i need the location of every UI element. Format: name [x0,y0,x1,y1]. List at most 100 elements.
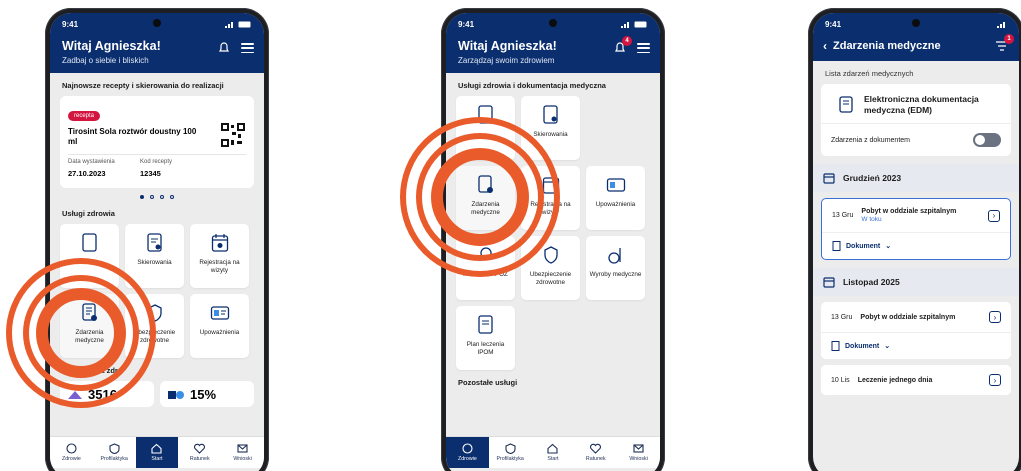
document-icon [832,241,841,252]
tile-registration[interactable]: Rejestracja na wizyty [190,224,249,288]
nav-requests[interactable]: Wnioski [617,437,660,468]
notification-badge: 4 [622,36,632,46]
edm-card: Elektroniczna dokumentacja medyczna (EDM… [821,84,1011,157]
document-toggle[interactable]: Dokument ⌄ [821,332,1011,359]
mail-icon [237,444,248,453]
edm-row[interactable]: Elektroniczna dokumentacja medyczna (EDM… [821,84,1011,123]
referral-icon [542,105,558,124]
tile-label: Skierowania [137,259,172,266]
nav-label: Wnioski [233,456,252,462]
month-header: Grudzień 2023 [813,164,1019,193]
authorization-icon [210,306,229,320]
rx-code-label: Kod recepty [140,159,173,165]
nav-label: Zdrowie [457,456,477,462]
page-title: Zdarzenia medyczne [833,40,941,52]
toggle-row: Zdarzenia z dokumentem [821,123,1011,156]
rx-issued-label: Data wystawienia [68,159,115,165]
insurance-icon [543,246,558,264]
nav-rescue[interactable]: Ratunek [574,437,617,468]
camera-notch [549,19,557,27]
status-icons [621,21,648,28]
health-icon [462,443,473,454]
nav-label: Profilaktyka [496,456,524,462]
notifications-button[interactable]: 4 [613,36,632,55]
documents-toggle[interactable] [973,133,1001,148]
month-header: Listopad 2025 [813,268,1019,297]
nav-start[interactable]: Start [135,437,179,468]
document-icon [831,341,840,352]
tile-referrals[interactable]: Skierowania [125,224,184,288]
page-subtitle: Zarządzaj swoim zdrowiem [458,56,555,65]
referral-icon [146,233,162,252]
tile-devices[interactable]: Wyroby medyczne [586,236,645,300]
stat-card-percent[interactable]: 15% [160,381,254,407]
event-name: Leczenie jednego dnia [857,376,933,384]
stage: 9:41 Witaj Agnieszka! Zadbaj o siebie i … [0,0,1021,471]
status-time: 9:41 [825,19,842,29]
event-date: 10 Lis [831,376,850,384]
camera-notch [153,19,161,27]
event-card[interactable]: 13 Gru Pobyt w oddziale szpitalnym W tok… [821,198,1011,261]
menu-icon[interactable] [637,43,650,53]
document-toggle[interactable]: Dokument ⌄ [822,232,1010,259]
nav-requests[interactable]: Wnioski [221,437,264,468]
bottom-nav: Zdrowie Profilaktyka Start Ratunek Wnios… [446,436,660,468]
drop-icon [168,391,184,399]
status-icons [225,21,252,28]
heart-icon [194,443,206,454]
rx-card[interactable]: recepta Tirosint Sola roztwór doustny 10… [60,96,254,188]
camera-notch [912,19,920,27]
nav-health[interactable]: Zdrowie [50,437,93,468]
bottom-nav: Zdrowie Profilaktyka Start Ratunek Wnios… [50,436,264,468]
nav-label: Start [151,456,163,462]
phone-3-screen: 9:41 ‹ Zdarzenia medyczne 1 Lista zdarze… [813,13,1019,471]
notifications-icon[interactable] [217,41,231,55]
chevron-right-icon[interactable]: › [989,311,1001,324]
chevron-right-icon[interactable]: › [989,374,1001,387]
highlight-ring-inner [431,148,529,246]
nav-start[interactable]: Start [532,437,575,468]
nav-prevention[interactable]: Profilaktyka [93,437,136,468]
nav-health[interactable]: Zdrowie [446,437,489,468]
section-title: Usługi zdrowia i dokumentacja medyczna [458,81,606,90]
month-title: Grudzień 2023 [843,173,902,184]
signal-icon [225,21,233,28]
nav-label: Start [547,456,559,462]
month-title: Listopad 2025 [843,277,900,288]
event-row: 13 Gru Pobyt w oddziale szpitalnym › [821,302,1011,332]
heart-icon [590,443,602,454]
event-date: 13 Gru [831,313,853,321]
tile-authorizations[interactable]: Upoważnienia [586,166,645,230]
calendar-icon [823,277,835,288]
nav-rescue[interactable]: Ratunek [178,437,221,468]
tile-label: Wyroby medyczne [589,271,642,278]
event-status: W toku [861,216,882,224]
nav-label: Wnioski [629,456,648,462]
tile-label: Plan leczenia IPOM [466,341,505,356]
highlight-ring-inner [36,288,126,378]
home-icon [547,443,559,454]
shield-icon [505,443,516,454]
tile-label: Upoważnienia [199,329,240,336]
carousel-dots[interactable] [50,195,264,199]
event-row: 10 Lis Leczenie jednego dnia › [821,365,1011,395]
filter-button[interactable]: 1 [995,34,1014,53]
back-icon[interactable]: ‹ [823,39,827,53]
battery-icon [238,21,251,27]
tile-ipom[interactable]: Plan leczenia IPOM [456,306,515,370]
chevron-right-icon[interactable]: › [988,209,1000,222]
calendar-icon [211,234,228,252]
nav-label: Ratunek [585,456,606,462]
event-card[interactable]: 10 Lis Leczenie jednego dnia › [821,365,1011,396]
nav-prevention[interactable]: Profilaktyka [489,437,532,468]
menu-icon[interactable] [241,43,254,53]
event-card[interactable]: 13 Gru Pobyt w oddziale szpitalnym › Dok… [821,302,1011,360]
rx-code-value: 12345 [140,169,161,178]
tile-authorizations[interactable]: Upoważnienia [190,294,249,358]
list-title: Lista zdarzeń medycznych [825,69,914,78]
calendar-icon [823,173,835,184]
chevron-down-icon: ⌄ [884,343,891,351]
stat-value: 15% [190,386,217,402]
event-name: Pobyt w oddziale szpitalnym [861,208,957,216]
health-icon [66,443,77,454]
